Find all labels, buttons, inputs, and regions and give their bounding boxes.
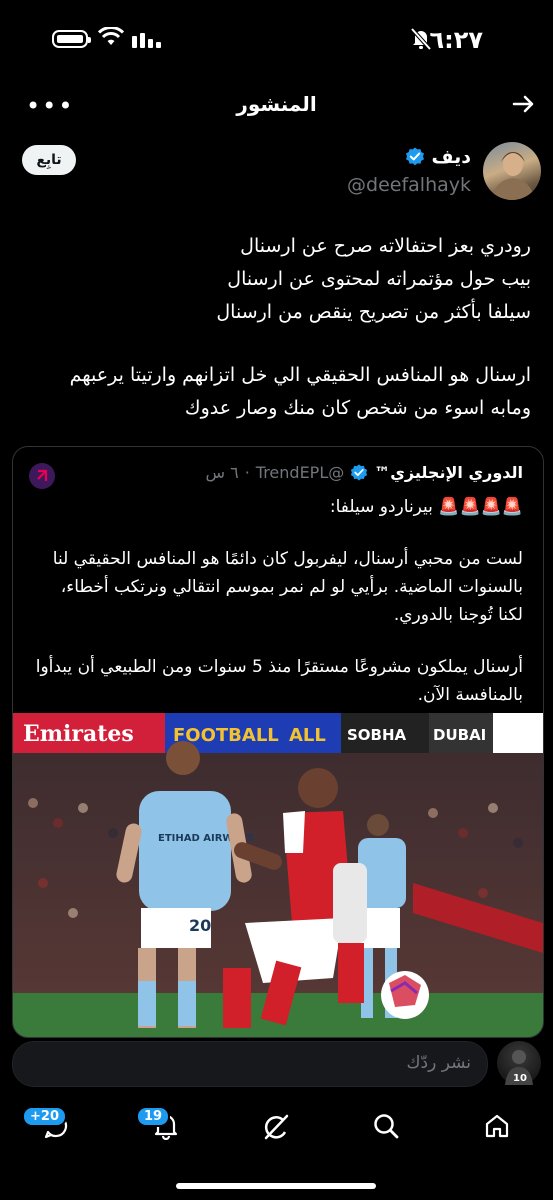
quoted-headline: 🚨🚨🚨🚨 بيرناردو سيلفا:: [329, 497, 523, 517]
author-avatar[interactable]: [483, 142, 541, 200]
quoted-header: الدوري الإنجليزي™ @TrendEPL · ٦ س: [205, 463, 523, 482]
status-time: ٦:٢٧: [429, 26, 483, 54]
author-name-text: ديف: [431, 146, 471, 168]
battery-icon: [52, 30, 91, 48]
banner-dubai: DUBAI: [433, 726, 486, 744]
home-indicator: [176, 1183, 376, 1189]
verified-badge-icon: [351, 463, 368, 480]
search-icon[interactable]: [372, 1112, 400, 1140]
post-line: ومابه اسوء من شخص كان منك وصار عدوك: [184, 397, 531, 419]
bottom-nav: 19 +20: [0, 1100, 553, 1160]
signal-icon: [132, 33, 161, 48]
home-icon[interactable]: [483, 1112, 511, 1140]
quoted-name: الدوري الإنجليزي™: [374, 463, 523, 482]
notifications-badge: 19: [136, 1106, 171, 1127]
svg-text:10: 10: [513, 1073, 527, 1084]
reply-placeholder: نشر ردّك: [406, 1053, 471, 1073]
quoted-paragraph: لست من محبي أرسنال، ليفربول كان دائمًا ه…: [52, 549, 523, 625]
wifi-icon: [98, 27, 124, 45]
current-user-avatar[interactable]: 10: [497, 1041, 541, 1085]
quoted-time: ٦ س: [205, 463, 239, 482]
post-line: رودري بعز احتفالاته صرح عن ارسنال: [240, 235, 531, 257]
quoted-text: 🚨🚨🚨🚨 بيرناردو سيلفا: لست من محبي أرسنال،…: [33, 493, 523, 709]
messages-badge: +20: [22, 1106, 67, 1127]
quoted-handle: @TrendEPL: [255, 463, 345, 482]
banner-emirates: Emirates: [23, 721, 134, 747]
mute-bell-icon: [411, 28, 431, 50]
quoted-photo[interactable]: Emirates FOOTBALL ALL SOBHA DUBAI ETIHAD…: [13, 713, 543, 1037]
post-text: رودري بعز احتفالاته صرح عن ارسنال بيب حو…: [21, 230, 531, 425]
author-name[interactable]: ديف: [405, 146, 471, 168]
shirt-number: 20: [189, 916, 211, 935]
follow-button[interactable]: تابِع: [22, 145, 76, 175]
status-bar: ٦:٢٧: [0, 0, 553, 80]
verified-badge-icon: [406, 147, 425, 166]
post-line: ارسنال هو المنافس الحقيقي الي خل اتزانهم…: [69, 364, 531, 386]
reply-input[interactable]: نشر ردّك: [12, 1041, 488, 1087]
quoted-paragraph: أرسنال يملكون مشروعًا مستقرًا منذ 5 سنوا…: [35, 657, 523, 705]
banner-sobha: SOBHA: [347, 726, 407, 744]
more-options-icon[interactable]: •••: [26, 92, 74, 120]
quoted-post[interactable]: الدوري الإنجليزي™ @TrendEPL · ٦ س 🚨🚨🚨🚨 ب…: [12, 446, 544, 1038]
banner-all: ALL: [289, 725, 326, 746]
post-line: بيب حول مؤتمراته لمحتوى عن ارسنال: [227, 268, 531, 290]
quoted-dot: ·: [244, 463, 250, 482]
page-title: المنشور: [236, 92, 317, 116]
author-handle[interactable]: @deefalhayk: [347, 174, 471, 196]
post-line: سيلفا بأكثر من تصريح ينقص من ارسنال: [216, 301, 531, 323]
grok-icon[interactable]: [261, 1112, 291, 1142]
quoted-avatar: [29, 463, 55, 489]
